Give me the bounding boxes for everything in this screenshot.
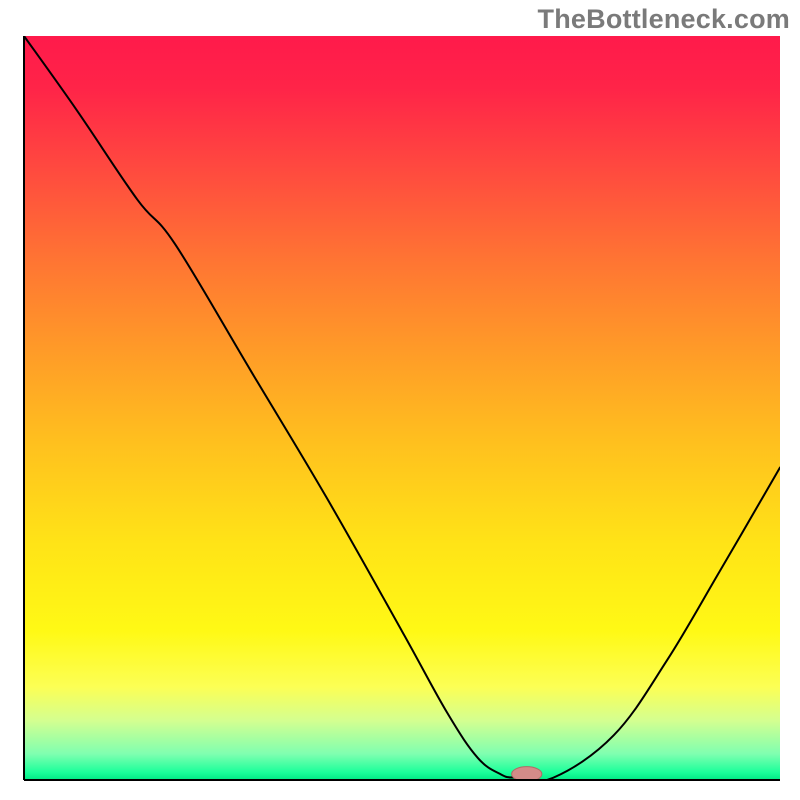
- watermark-text: TheBottleneck.com: [538, 4, 790, 35]
- chart-container: TheBottleneck.com: [0, 0, 800, 800]
- gradient-background: [24, 36, 780, 780]
- bottleneck-chart: [0, 0, 800, 800]
